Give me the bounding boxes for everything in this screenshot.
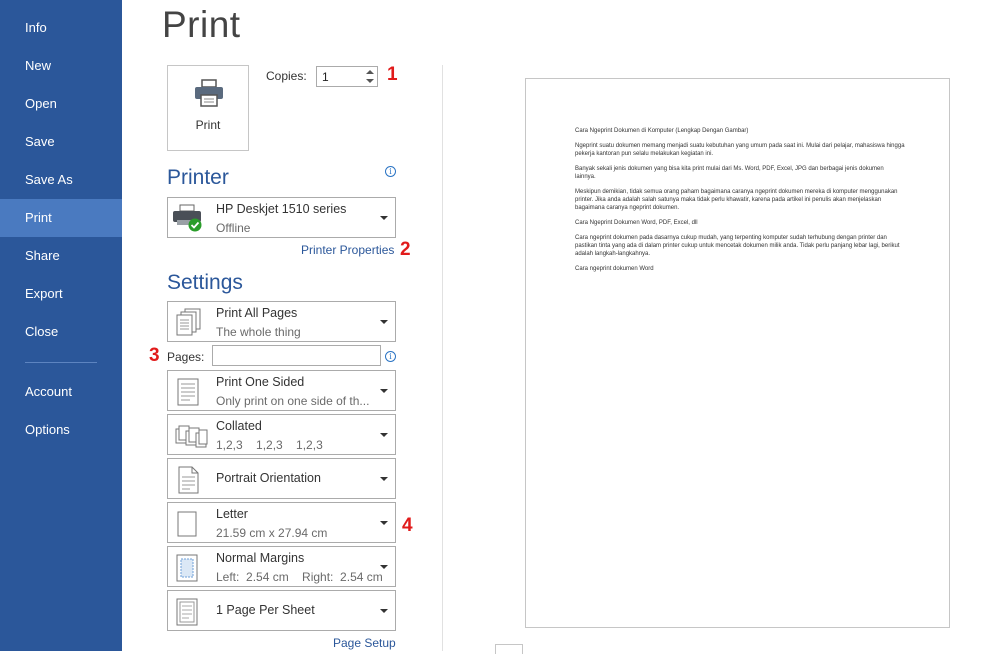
- print-preview-page: Cara Ngeprint Dokumen di Komputer (Lengk…: [525, 78, 950, 628]
- preview-paragraph: Cara ngeprint dokumen pada dasarnya cuku…: [575, 235, 900, 257]
- nav-save[interactable]: Save: [0, 123, 122, 161]
- chevron-down-icon: [380, 433, 388, 437]
- chevron-up-icon[interactable]: [366, 70, 374, 74]
- chevron-down-icon: [380, 565, 388, 569]
- chevron-down-icon[interactable]: [366, 79, 374, 83]
- print-range-title: Print All Pages: [216, 306, 298, 320]
- chevron-down-icon: [380, 389, 388, 393]
- info-icon[interactable]: i: [385, 166, 396, 177]
- margins-subtitle: Left: 2.54 cm Right: 2.54 cm: [216, 570, 383, 584]
- pages-per-sheet-select[interactable]: 1 Page Per Sheet: [167, 590, 396, 631]
- annotation-1: 1: [387, 64, 398, 85]
- preview-paragraph: Cara Ngeprint Dokumen di Komputer (Lengk…: [575, 128, 749, 134]
- collation-subtitle: 1,2,3 1,2,3 1,2,3: [216, 438, 323, 452]
- chevron-down-icon: [380, 609, 388, 613]
- chevron-down-icon: [380, 216, 388, 220]
- printer-select[interactable]: HP Deskjet 1510 series Offline: [167, 197, 396, 238]
- settings-section-title: Settings: [167, 271, 243, 294]
- copies-spinner[interactable]: [364, 68, 376, 85]
- collation-title: Collated: [216, 419, 262, 433]
- annotation-4: 4: [402, 515, 413, 536]
- nav-close[interactable]: Close: [0, 313, 122, 351]
- chevron-down-icon: [380, 477, 388, 481]
- pages-per-sheet-title: 1 Page Per Sheet: [216, 603, 315, 617]
- copies-label: Copies:: [266, 69, 307, 83]
- margins-icon: [174, 553, 202, 588]
- collation-select[interactable]: Collated 1,2,3 1,2,3 1,2,3: [167, 414, 396, 455]
- preview-paragraph: Ngeprint suatu dokumen memang menjadi su…: [575, 143, 905, 157]
- annotation-3: 3: [149, 345, 160, 366]
- print-range-select[interactable]: Print All Pages The whole thing: [167, 301, 396, 342]
- printer-name: HP Deskjet 1510 series: [216, 202, 347, 216]
- preview-paragraph: Cara Ngeprint Dokumen Word, PDF, Excel, …: [575, 220, 698, 226]
- nav-print[interactable]: Print: [0, 199, 122, 237]
- pages-per-sheet-icon: [174, 597, 202, 632]
- preview-paragraph: Meskipun demikian, tidak semua orang pah…: [575, 189, 898, 211]
- page-title: Print: [162, 4, 241, 45]
- pages-label: Pages:: [167, 350, 205, 364]
- sides-select[interactable]: Print One Sided Only print on one side o…: [167, 370, 396, 411]
- printer-properties-link[interactable]: Printer Properties: [301, 243, 394, 257]
- margins-select[interactable]: Normal Margins Left: 2.54 cm Right: 2.54…: [167, 546, 396, 587]
- nav-info[interactable]: Info: [0, 9, 122, 47]
- pages-input[interactable]: [212, 345, 381, 366]
- info-icon[interactable]: i: [385, 351, 396, 362]
- paper-size-select[interactable]: Letter 21.59 cm x 27.94 cm: [167, 502, 396, 543]
- nav-account[interactable]: Account: [0, 373, 122, 411]
- portrait-icon: [174, 465, 202, 500]
- preview-paragraph: Banyak sekali jenis dokumen yang bisa ki…: [575, 166, 884, 180]
- nav-open[interactable]: Open: [0, 85, 122, 123]
- nav-divider: [25, 362, 97, 363]
- orientation-select[interactable]: Portrait Orientation: [167, 458, 396, 499]
- page-number-box[interactable]: [495, 644, 523, 654]
- printer-icon: [194, 79, 224, 112]
- copies-value: 1: [322, 70, 329, 84]
- printer-section-title: Printer: [167, 166, 229, 189]
- one-sided-icon: [174, 377, 202, 412]
- chevron-down-icon: [380, 320, 388, 324]
- nav-export[interactable]: Export: [0, 275, 122, 313]
- paper-size-icon: [174, 509, 202, 544]
- copies-stepper[interactable]: 1: [316, 66, 378, 87]
- page-setup-link[interactable]: Page Setup: [333, 636, 396, 650]
- printer-status: Offline: [216, 221, 251, 235]
- print-button-label: Print: [195, 118, 221, 132]
- preview-document-text: Cara Ngeprint Dokumen di Komputer (Lengk…: [575, 127, 905, 280]
- panel-divider: [442, 65, 443, 651]
- backstage-nav: Info New Open Save Save As Print Share E…: [0, 0, 122, 651]
- annotation-2: 2: [400, 239, 411, 260]
- nav-save-as[interactable]: Save As: [0, 161, 122, 199]
- print-button[interactable]: Print: [167, 65, 249, 151]
- nav-options[interactable]: Options: [0, 411, 122, 449]
- preview-paragraph: Cara ngeprint dokumen Word: [575, 266, 654, 272]
- margins-title: Normal Margins: [216, 551, 305, 565]
- sides-subtitle: Only print on one side of th...: [216, 394, 370, 408]
- nav-new[interactable]: New: [0, 47, 122, 85]
- printer-icon: [172, 203, 204, 238]
- all-pages-icon: [174, 308, 202, 343]
- chevron-down-icon: [380, 521, 388, 525]
- print-range-subtitle: The whole thing: [216, 325, 301, 339]
- paper-size-title: Letter: [216, 507, 248, 521]
- paper-size-subtitle: 21.59 cm x 27.94 cm: [216, 526, 328, 540]
- orientation-title: Portrait Orientation: [216, 471, 321, 485]
- collated-icon: [174, 421, 208, 456]
- nav-share[interactable]: Share: [0, 237, 122, 275]
- sides-title: Print One Sided: [216, 375, 305, 389]
